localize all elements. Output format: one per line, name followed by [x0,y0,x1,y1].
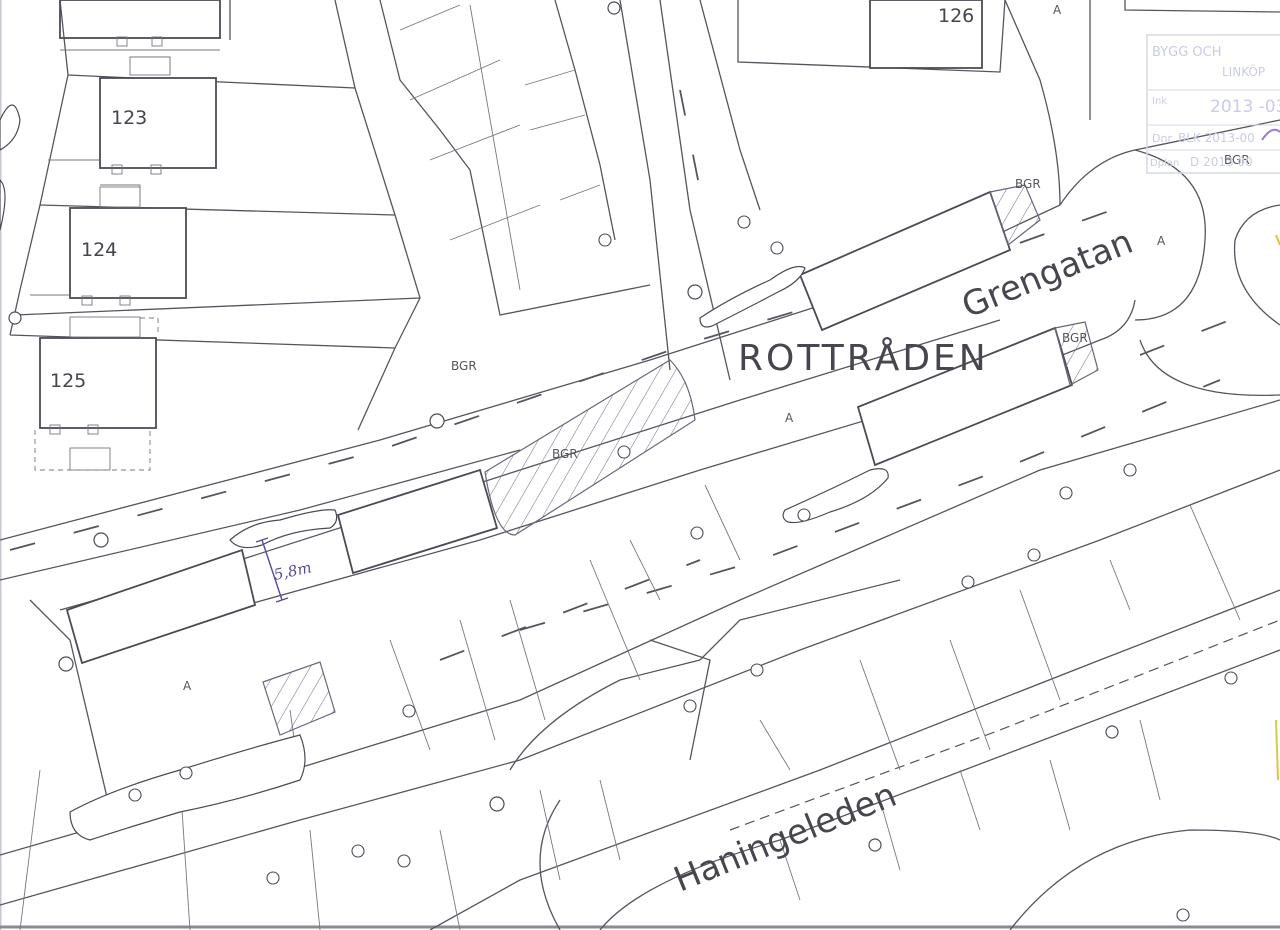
stamp-dnr-value: BLK 2013-00 [1178,131,1255,145]
approval-stamp: BYGG OCH LINKÖP Ink 2013 -03- Dnr BLK 20… [1146,34,1280,174]
road-centerlines [9,89,1280,831]
zone-label-a-1: A [1053,3,1062,17]
hatched-areas [262,184,1099,736]
stamp-line-2: LINKÖP [1222,63,1265,79]
zone-label-bgr-4: BGR [1062,331,1088,345]
property-number-124: 124 [81,239,117,261]
stamp-dnr-label: Dnr [1152,132,1172,145]
property-number-123: 123 [111,107,147,129]
zone-label-a-2: A [1157,234,1166,248]
property-number-125: 125 [50,370,86,392]
street-label-haningeleden: Haningeleden [668,775,902,900]
measurement-annotation: 5,8m [255,537,313,603]
zone-label-a-3: A [785,411,794,425]
edge-marks [1275,234,1280,781]
district-name-label: ROTTRÅDEN [738,336,989,379]
zone-label-bgr-2: BGR [552,447,578,461]
stamp-line-1: BYGG OCH [1152,45,1222,60]
stamp-diarie-value: D 2013 00 [1190,155,1253,169]
property-number-labels: 123 124 125 126 [50,5,974,392]
zone-label-bgr-1: BGR [451,359,477,373]
stamp-ink-label: Ink [1152,96,1167,107]
buildings [34,0,1074,665]
stamp-diarie-label: Dplan [1150,158,1179,169]
measurement-label: 5,8m [272,558,313,584]
zone-label-a-4: A [183,679,192,693]
zone-label-bgr-3: BGR [1015,177,1041,191]
site-plan-map: 123 124 125 126 BGR BGR BGR BGR BGR A A … [0,0,1280,930]
stamp-date: 2013 -03- [1210,97,1280,117]
property-number-126: 126 [938,5,974,27]
